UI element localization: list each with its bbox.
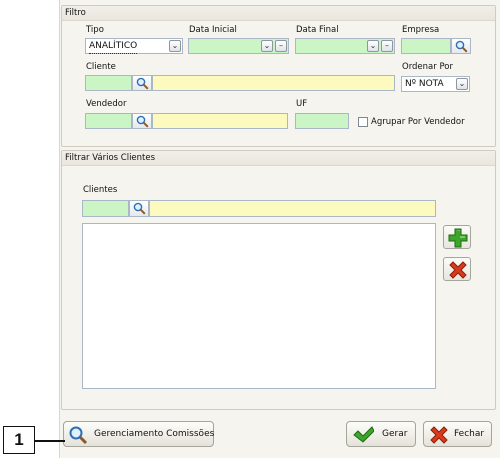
ordenar-por-label: Ordenar Por	[402, 62, 453, 72]
magnifier-icon	[136, 77, 149, 90]
callout-line	[35, 440, 65, 442]
chevron-down-icon[interactable]: ⌄	[456, 78, 468, 90]
fechar-label: Fechar	[454, 429, 485, 439]
checkmark-icon	[353, 426, 374, 443]
x-icon	[449, 261, 467, 279]
vendedor-search-button[interactable]	[132, 113, 152, 129]
empresa-search-button[interactable]	[451, 38, 471, 54]
tipo-select[interactable]: ANALÍTICO ⌄	[85, 38, 183, 54]
clientes-group-title: Filtrar Vários Clientes	[62, 151, 495, 166]
empresa-label: Empresa	[402, 25, 440, 35]
clientes-label: Clientes	[83, 185, 118, 195]
x-icon	[430, 426, 448, 444]
magnifier-icon	[136, 115, 149, 128]
data-inicial-input[interactable]: ⌄ –	[188, 38, 289, 54]
magnifier-icon	[455, 40, 468, 53]
plus-icon	[448, 228, 468, 248]
data-final-label: Data Final	[296, 25, 339, 35]
gerar-button[interactable]: Gerar	[346, 421, 416, 447]
uf-input[interactable]	[295, 113, 349, 129]
empresa-input[interactable]	[401, 38, 451, 54]
magnifier-icon	[133, 202, 146, 215]
cliente-code-input[interactable]	[85, 75, 132, 91]
agrupar-por-vendedor-label: Agrupar Por Vendedor	[371, 117, 465, 127]
cliente-label: Cliente	[86, 62, 116, 72]
gerenciamento-comissoes-button[interactable]: Gerenciamento Comissões	[63, 421, 214, 447]
data-final-input[interactable]: ⌄ –	[295, 38, 395, 54]
ordenar-por-select[interactable]: Nº NOTA ⌄	[401, 76, 470, 92]
agrupar-por-vendedor-checkbox[interactable]	[358, 117, 368, 127]
clientes-search-button[interactable]	[129, 200, 149, 217]
ordenar-por-value: Nº NOTA	[405, 79, 444, 89]
chevron-down-icon[interactable]: ⌄	[261, 40, 273, 52]
chevron-down-icon[interactable]: ⌄	[367, 40, 379, 52]
remove-cliente-button[interactable]	[443, 257, 471, 281]
vendedor-label: Vendedor	[86, 99, 127, 109]
filtro-group-title: Filtro	[62, 6, 495, 21]
callout-number: 1	[3, 426, 35, 454]
data-inicial-label: Data Inicial	[189, 25, 237, 35]
chevron-down-icon[interactable]: ⌄	[169, 40, 181, 52]
vendedor-code-input[interactable]	[85, 113, 132, 129]
add-cliente-button[interactable]	[443, 225, 471, 249]
clientes-code-input[interactable]	[82, 200, 129, 217]
tipo-value: ANALÍTICO	[89, 40, 138, 54]
clear-date-minus-icon[interactable]: –	[381, 40, 393, 52]
cliente-search-button[interactable]	[132, 75, 152, 91]
gerar-label: Gerar	[382, 429, 408, 439]
clientes-list[interactable]	[82, 223, 436, 389]
fechar-button[interactable]: Fechar	[423, 421, 492, 447]
clear-date-minus-icon[interactable]: –	[275, 40, 287, 52]
uf-label: UF	[296, 99, 308, 109]
tipo-label: Tipo	[86, 25, 104, 35]
gerenciamento-comissoes-label: Gerenciamento Comissões	[94, 429, 215, 439]
cliente-name-input[interactable]	[152, 75, 395, 91]
vendedor-name-input[interactable]	[152, 113, 288, 129]
magnifier-icon	[69, 426, 88, 445]
clientes-name-input[interactable]	[149, 200, 436, 217]
